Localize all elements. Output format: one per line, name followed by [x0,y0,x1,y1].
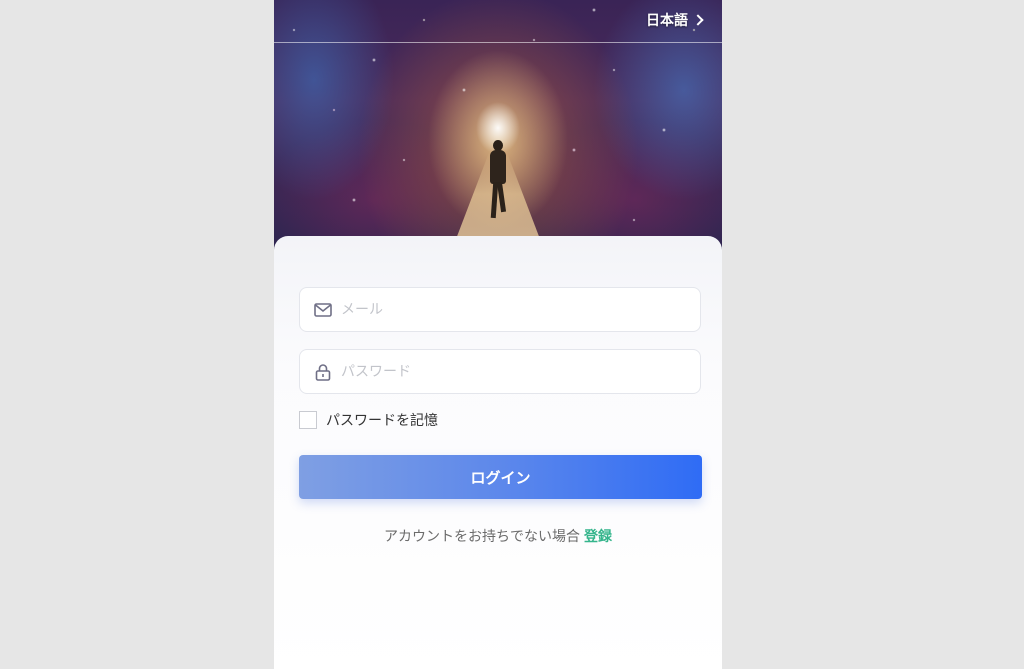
remember-password-checkbox[interactable] [299,411,317,429]
password-field[interactable] [299,349,701,394]
top-bar: 日本語 [274,0,722,43]
figure-body [490,150,506,184]
hero-banner-image: 日本語 [274,0,722,252]
envelope-icon [313,300,333,320]
lock-icon [313,362,333,382]
login-button[interactable]: ログイン [299,455,702,499]
signup-prompt-text: アカウントをお持ちでない場合 [384,529,580,545]
chevron-right-icon [692,14,704,26]
signup-prompt: アカウントをお持ちでない場合 登録 [274,526,722,546]
password-input[interactable] [339,362,683,381]
register-link[interactable]: 登録 [584,529,612,545]
language-label: 日本語 [646,13,688,29]
email-input[interactable] [339,300,683,319]
language-switcher[interactable]: 日本語 [646,10,704,30]
remember-password-row: パスワードを記憶 [299,410,438,430]
email-field[interactable] [299,287,701,332]
login-card: パスワードを記憶 ログイン アカウントをお持ちでない場合登録 [274,236,722,669]
hero-walking-figure [488,140,508,220]
app-frame: 日本語 メール パスワードを記憶 ログイン アカウントをお持ちでない場合 登録 [274,0,722,669]
remember-password-label[interactable]: パスワードを記憶 [326,410,438,430]
figure-leg-right [496,181,507,213]
